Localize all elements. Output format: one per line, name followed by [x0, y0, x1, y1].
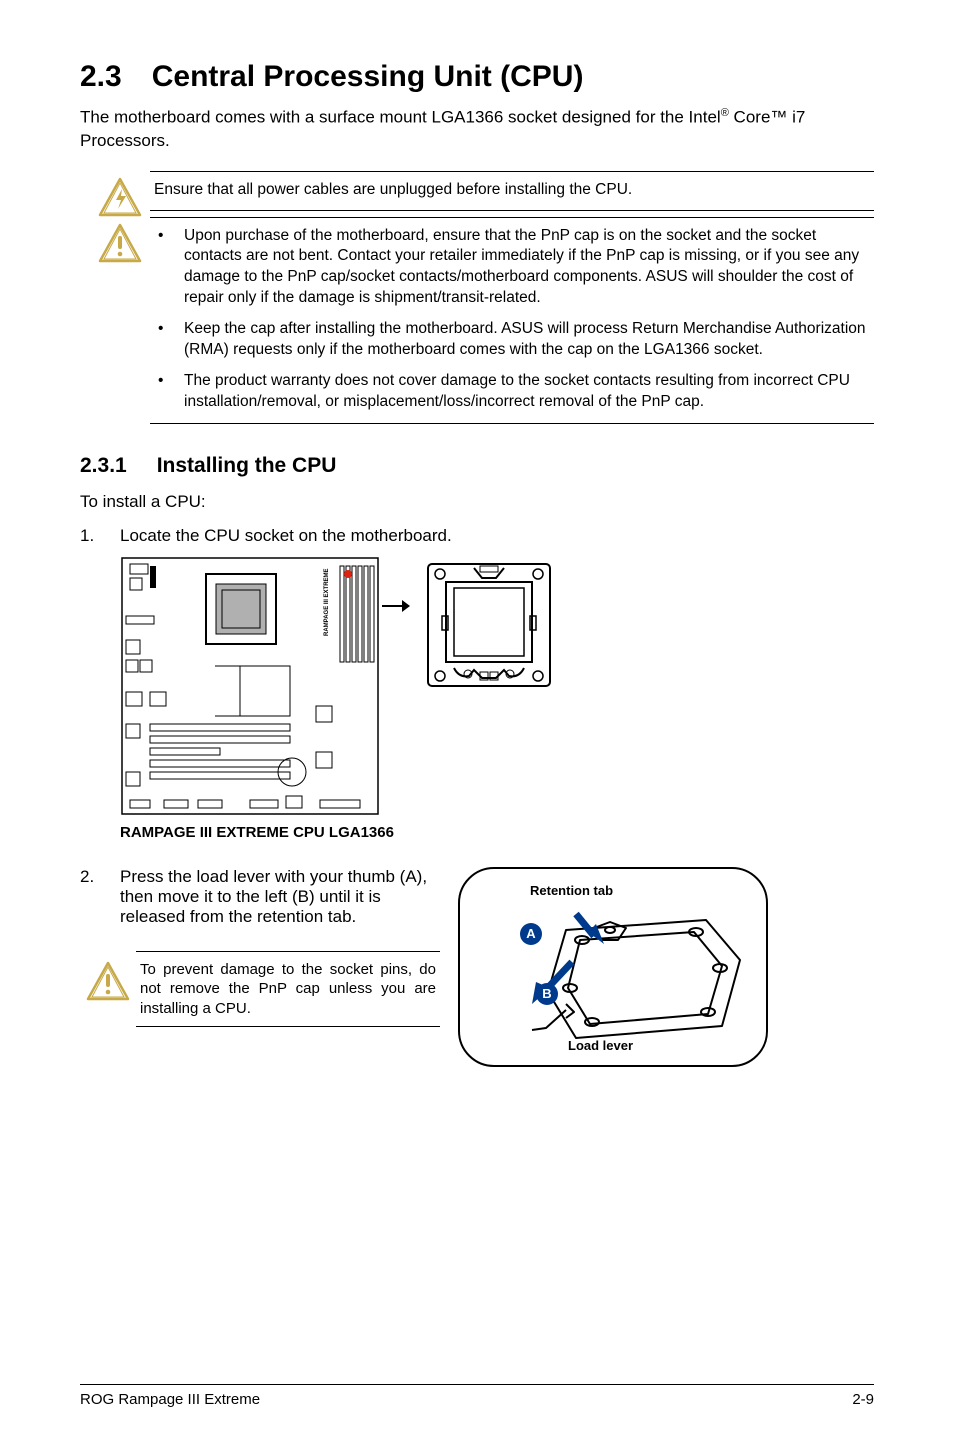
socket-callout-figure: Retention tab	[458, 867, 768, 1067]
pnp-caution-text: To prevent damage to the socket pins, do…	[136, 951, 440, 1028]
section-number: 2.3	[80, 60, 122, 94]
section-heading: 2.3 Central Processing Unit (CPU)	[80, 60, 874, 94]
motherboard-diagram: RAMPAGE III EXTREME	[120, 556, 874, 816]
lightning-icon	[98, 177, 142, 217]
subsection-title: Installing the CPU	[157, 454, 337, 477]
section-title: Central Processing Unit (CPU)	[152, 60, 584, 93]
step-text: Locate the CPU socket on the motherboard…	[120, 526, 452, 546]
motherboard-svg: RAMPAGE III EXTREME	[120, 556, 380, 816]
step-text: Press the load lever with your thumb (A)…	[120, 867, 440, 927]
danger-text: Ensure that all power cables are unplugg…	[150, 171, 874, 212]
arrow-icon	[380, 586, 410, 626]
diagram-caption: RAMPAGE III EXTREME CPU LGA1366	[120, 824, 874, 841]
badge-a: A	[520, 923, 542, 945]
step-number: 2.	[80, 867, 120, 927]
intro-paragraph: The motherboard comes with a surface mou…	[80, 106, 874, 153]
caution-icon	[98, 223, 142, 263]
footer-left: ROG Rampage III Extreme	[80, 1391, 260, 1408]
warning-item: The product warranty does not cover dama…	[184, 371, 870, 413]
socket-detail-svg	[424, 560, 554, 690]
load-lever-label: Load lever	[568, 1038, 633, 1053]
caution-notice: •Upon purchase of the motherboard, ensur…	[90, 217, 874, 424]
svg-text:RAMPAGE III EXTREME: RAMPAGE III EXTREME	[324, 568, 330, 636]
step-number: 1.	[80, 526, 120, 546]
warning-item: Keep the cap after installing the mother…	[184, 319, 870, 361]
caution-icon	[86, 961, 130, 1001]
step-1: 1. Locate the CPU socket on the motherbo…	[80, 526, 874, 546]
socket-iso-svg	[476, 900, 752, 1050]
retention-tab-label: Retention tab	[530, 883, 750, 898]
step-2: 2. Press the load lever with your thumb …	[80, 867, 440, 927]
footer-right: 2-9	[852, 1391, 874, 1408]
warning-list: •Upon purchase of the motherboard, ensur…	[154, 226, 870, 413]
danger-notice: Ensure that all power cables are unplugg…	[90, 171, 874, 217]
subsection-number: 2.3.1	[80, 454, 127, 478]
badge-b: B	[536, 983, 558, 1005]
lead-in-text: To install a CPU:	[80, 492, 874, 512]
page-footer: ROG Rampage III Extreme 2-9	[80, 1384, 874, 1408]
warning-item: Upon purchase of the motherboard, ensure…	[184, 226, 870, 310]
subsection-heading: 2.3.1 Installing the CPU	[80, 454, 874, 478]
pnp-caution: To prevent damage to the socket pins, do…	[80, 951, 440, 1028]
